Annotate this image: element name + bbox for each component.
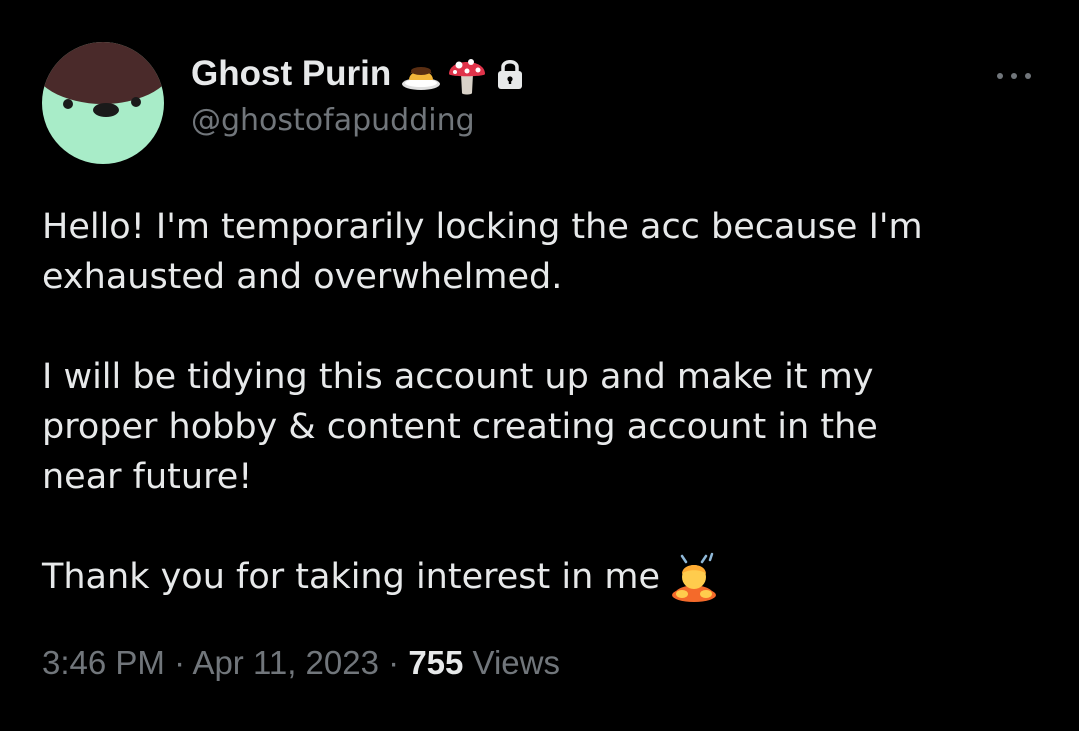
pudding-icon <box>401 56 441 92</box>
author-handle[interactable]: @ghostofapudding <box>191 103 475 138</box>
author-name-row: Ghost Purin <box>191 52 523 96</box>
more-dots-icon <box>997 73 1031 79</box>
tweet-date[interactable]: Apr 11, 2023 <box>192 644 379 681</box>
person-bowing-icon <box>668 552 720 602</box>
lock-icon <box>497 58 523 90</box>
tweet-paragraph: I will be tidying this account up and ma… <box>42 352 1042 502</box>
tweet-time[interactable]: 3:46 PM <box>42 644 165 681</box>
separator: · <box>174 644 186 681</box>
text-line: I will be tidying this account up and ma… <box>42 357 874 397</box>
text-line: proper hobby & content creating account … <box>42 407 878 447</box>
display-name[interactable]: Ghost Purin <box>191 54 391 94</box>
text-line: Hello! I'm temporarily locking the acc b… <box>42 207 923 247</box>
tweet-paragraph: Thank you for taking interest in me <box>42 552 1042 602</box>
tweet-paragraph: Hello! I'm temporarily locking the acc b… <box>42 202 1042 302</box>
text-line: near future! <box>42 457 253 497</box>
closing-text: Thank you for taking interest in me <box>42 557 661 597</box>
tweet-metadata: 3:46 PM · Apr 11, 2023 · 755 Views <box>42 644 560 682</box>
tweet-card: Ghost Purin @ghostofapudding Hello! I'm … <box>0 0 1079 731</box>
tweet-text: Hello! I'm temporarily locking the acc b… <box>42 202 1042 602</box>
avatar[interactable] <box>42 42 164 164</box>
separator: · <box>388 644 400 681</box>
more-options-button[interactable] <box>990 58 1038 94</box>
views-label: Views <box>472 644 560 681</box>
ghost-avatar-icon <box>42 42 164 164</box>
views-count: 755 <box>408 644 464 681</box>
closing-line: Thank you for taking interest in me <box>42 552 1042 602</box>
mushroom-icon <box>447 52 487 96</box>
text-line: exhausted and overwhelmed. <box>42 257 563 297</box>
